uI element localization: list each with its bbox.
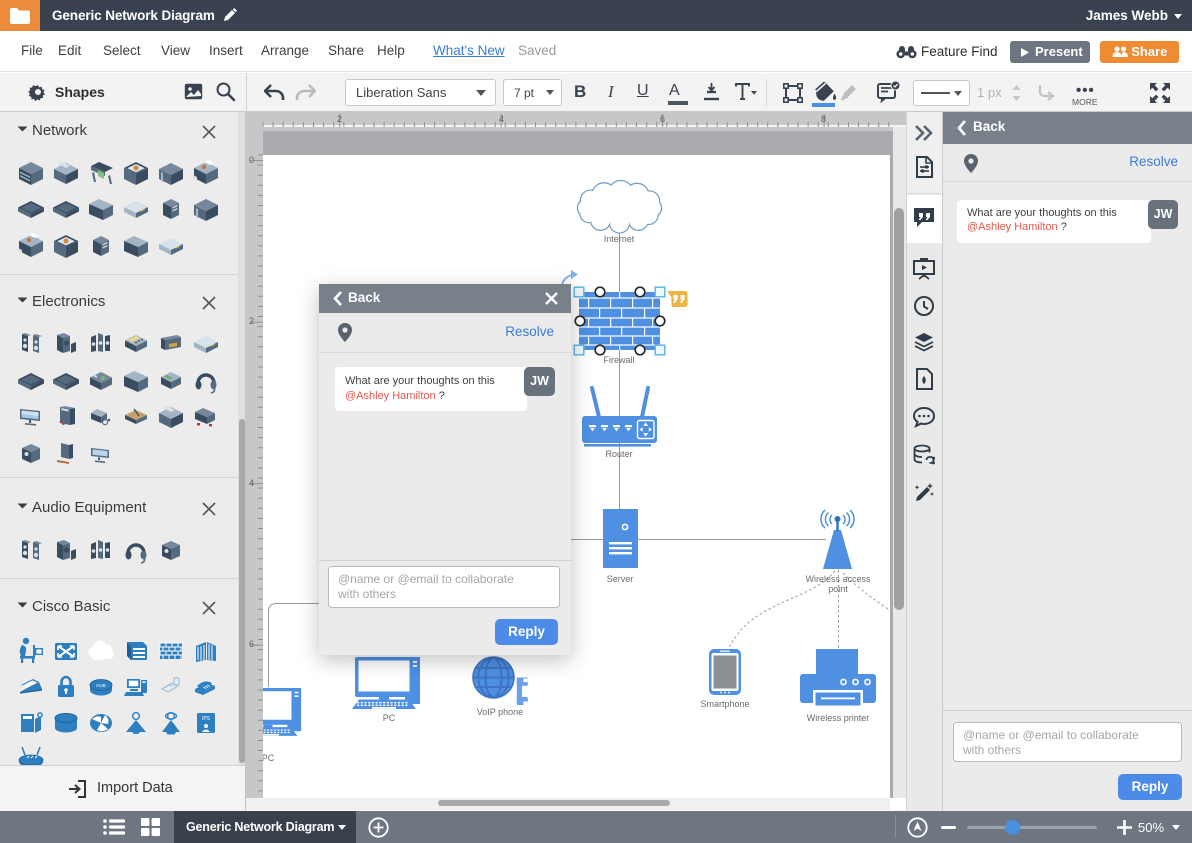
svg-text:Firewall: Firewall [603,355,634,365]
svg-text:Server: Server [607,574,634,584]
svg-text:Wireless access: Wireless access [805,574,871,584]
svg-text:PC: PC [383,713,396,723]
svg-text:Internet: Internet [604,234,635,244]
svg-text:VoIP phone: VoIP phone [477,707,523,717]
svg-text:Wireless printer: Wireless printer [807,713,870,723]
svg-text:PC: PC [262,753,275,763]
svg-text:point: point [828,584,848,594]
svg-text:IPS: IPS [202,716,211,722]
svg-text:HUB: HUB [96,683,106,688]
svg-text:Smartphone: Smartphone [700,699,749,709]
svg-text:Router: Router [605,449,632,459]
